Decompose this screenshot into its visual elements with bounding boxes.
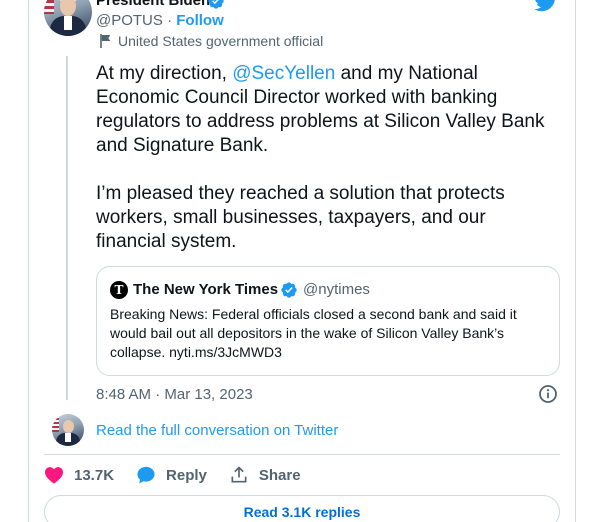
verified-badge-icon <box>281 282 297 298</box>
divider <box>44 454 560 455</box>
reply-author-avatar <box>52 414 84 446</box>
action-bar: 13.7K Reply Share <box>44 464 323 486</box>
gov-label-row: United States government official <box>100 32 323 50</box>
quoted-author-name: The New York Times <box>133 281 279 298</box>
share-button[interactable]: Share <box>229 465 301 485</box>
info-icon[interactable] <box>538 384 558 404</box>
like-button[interactable]: 13.7K <box>44 466 114 484</box>
author-avatar[interactable] <box>44 0 92 36</box>
reply-bubble-icon <box>137 466 155 484</box>
author-handle[interactable]: @POTUS <box>96 12 163 29</box>
tweet-body: At my direction, @SecYellen and my Natio… <box>96 62 548 278</box>
quoted-tweet-text: Breaking News: Federal officials closed … <box>110 306 517 360</box>
twitter-bird-icon[interactable] <box>534 0 558 12</box>
like-count: 13.7K <box>74 466 115 484</box>
government-flag-icon <box>100 34 111 48</box>
separator: · <box>162 12 177 29</box>
share-upload-icon <box>231 466 247 483</box>
tweet-timestamp[interactable]: 8:48 AM · Mar 13, 2023 <box>96 386 253 404</box>
reply-label: Reply <box>166 466 207 484</box>
read-replies-button[interactable]: Read 3.1K replies <box>44 495 560 522</box>
mention-link[interactable]: @SecYellen <box>232 63 335 84</box>
reply-button[interactable]: Reply <box>136 465 207 485</box>
share-label: Share <box>258 466 301 484</box>
quoted-tweet[interactable]: T The New York Times @nytimes Breaking N… <box>96 266 560 376</box>
tweet-paragraph-2: I’m pleased they reached a solution that… <box>96 183 505 252</box>
gov-label: United States government official <box>118 33 324 49</box>
quoted-author-handle: @nytimes <box>303 281 370 298</box>
thread-line <box>66 56 68 400</box>
tweet-paragraph-1: At my direction, @SecYellen and my Natio… <box>96 62 548 158</box>
heart-icon <box>45 467 63 484</box>
verified-badge-icon <box>208 0 224 9</box>
follow-button[interactable]: Follow <box>176 12 224 29</box>
author-handle-row: @POTUS · Follow <box>96 12 224 30</box>
read-conversation-link[interactable]: Read the full conversation on Twitter <box>96 422 338 440</box>
tweet-text-prefix: At my direction, <box>96 63 233 84</box>
author-name[interactable]: President Biden <box>96 0 210 10</box>
nyt-logo-icon: T <box>110 281 128 299</box>
